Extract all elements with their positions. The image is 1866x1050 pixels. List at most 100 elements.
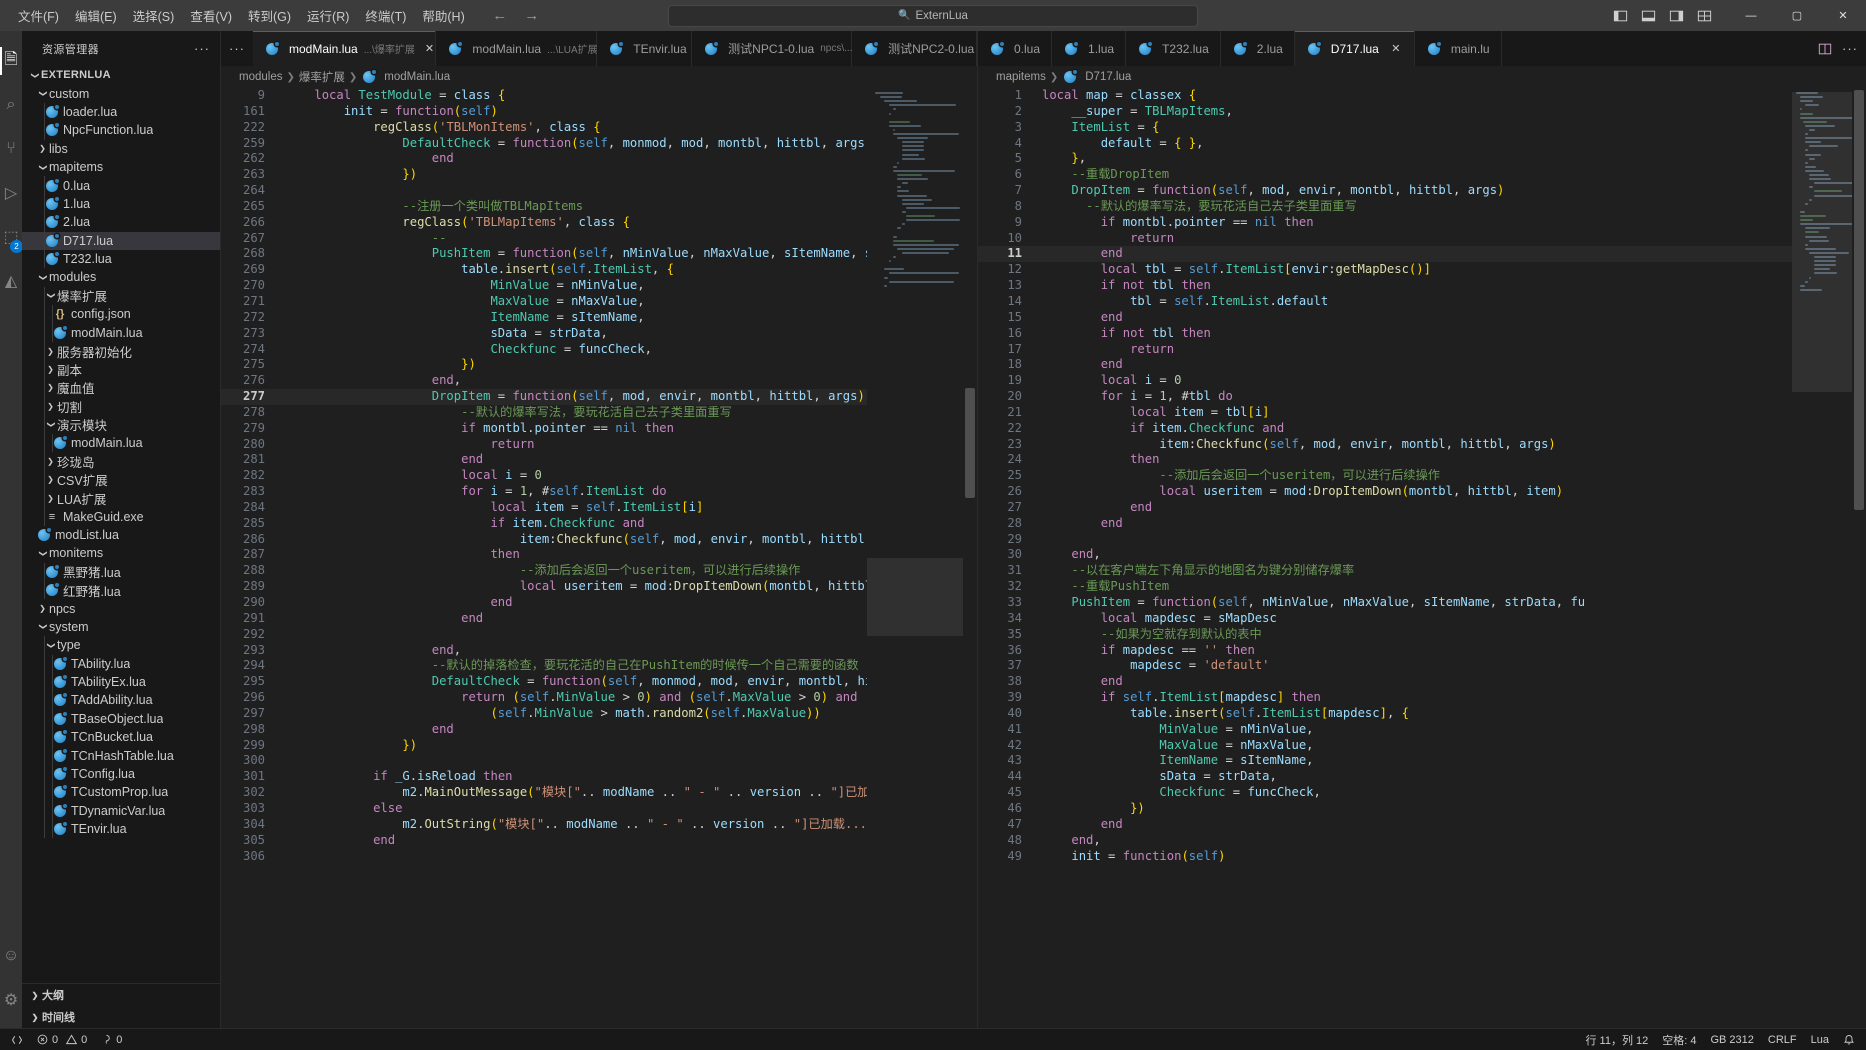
breadcrumb-item[interactable]: 爆率扩展 <box>299 69 345 85</box>
window-minimize-button[interactable]: — <box>1728 0 1774 31</box>
tree-file-loader.lua[interactable]: loader.lua <box>22 102 220 122</box>
menu-terminal[interactable]: 终端(T) <box>357 3 414 28</box>
tree-folder-monitems[interactable]: ❮ monitems <box>22 544 220 562</box>
chevron-down-icon[interactable]: ❮ <box>30 69 39 82</box>
tree-folder-服务器初始化[interactable]: ❯ 服务器初始化 <box>22 341 220 361</box>
sidebar-section-timeline[interactable]: ❯ 时间线 <box>22 1006 220 1028</box>
code-scroll-right[interactable]: 1 local map = classex {2 __super = TBLMap… <box>978 88 1792 1028</box>
tree-file-T232.lua[interactable]: T232.lua <box>22 249 220 269</box>
chevron-down-icon[interactable]: ❮ <box>38 547 47 560</box>
go-back-icon[interactable]: ← <box>491 7 509 24</box>
tree-file-TCustomProp.lua[interactable]: TCustomProp.lua <box>22 783 220 802</box>
menu-help[interactable]: 帮助(H) <box>414 3 472 28</box>
tree-file-0.lua[interactable]: 0.lua <box>22 176 220 195</box>
minimap-slider[interactable] <box>867 558 963 636</box>
tab-modMain.lua[interactable]: modMain.lua ...\爆率扩展 ✕ <box>253 31 437 66</box>
chevron-right-icon[interactable]: ❯ <box>36 604 49 613</box>
code-scroll-left[interactable]: 9 local TestModule = class {161 init = f… <box>221 88 867 1028</box>
tree-folder-切割[interactable]: ❯ 切割 <box>22 397 220 416</box>
go-forward-icon[interactable]: → <box>523 7 541 24</box>
eol-button[interactable]: CRLF <box>1761 1029 1804 1050</box>
code-content-left[interactable]: 9 local TestModule = class {161 init = f… <box>221 88 867 864</box>
tab-测试NPC1-0.lua[interactable]: 测试NPC1-0.lua npcs\... <box>692 31 852 66</box>
tab-0.lua[interactable]: 0.lua <box>978 31 1053 66</box>
command-center-search[interactable]: 🔍 ExternLua <box>668 4 1198 27</box>
tree-folder-mapitems[interactable]: ❮ mapitems <box>22 158 220 176</box>
tree-file-TCnHashTable.lua[interactable]: TCnHashTable.lua <box>22 746 220 765</box>
tab-T232.lua[interactable]: T232.lua <box>1126 31 1221 66</box>
code-editor-right[interactable]: 1 local map = classex {2 __super = TBLMap… <box>978 88 1866 1028</box>
chevron-right-icon[interactable]: ❯ <box>36 144 49 153</box>
breadcrumb-item[interactable]: modules <box>239 71 282 83</box>
tab-1.lua[interactable]: 1.lua <box>1052 31 1127 66</box>
explorer-icon[interactable]: 🗎 <box>0 39 22 83</box>
source-control-icon[interactable]: ⑂ <box>0 127 22 171</box>
chevron-down-icon[interactable]: ❮ <box>46 639 55 652</box>
settings-gear-icon[interactable]: ⚙ <box>0 978 22 1022</box>
extensions-icon[interactable]: ⬚ 2 <box>0 215 23 259</box>
chevron-down-icon[interactable]: ❮ <box>38 271 47 284</box>
toggle-secondary-sidebar-icon[interactable] <box>1669 9 1684 23</box>
tree-folder-魔血值[interactable]: ❯ 魔血值 <box>22 378 220 398</box>
tab-close-icon[interactable]: ✕ <box>1389 42 1403 55</box>
sidebar-more-actions-icon[interactable]: ··· <box>194 41 210 56</box>
cursor-position-button[interactable]: 行 11，列 12 <box>1578 1029 1655 1050</box>
breadcrumb-item[interactable]: modMain.lua <box>384 71 450 83</box>
tree-folder-LUA扩展[interactable]: ❯ LUA扩展 <box>22 488 220 508</box>
tab-TEnvir.lua[interactable]: TEnvir.lua <box>597 31 693 66</box>
tree-file-1.lua[interactable]: 1.lua <box>22 194 220 214</box>
tree-folder-modules[interactable]: ❮ modules <box>22 268 220 286</box>
tree-folder-custom[interactable]: ❮ custom <box>22 84 220 102</box>
vertical-scrollbar-right[interactable] <box>1852 88 1866 1028</box>
remote-window-button[interactable] <box>4 1029 30 1050</box>
tree-folder-libs[interactable]: ❯ libs <box>22 140 220 158</box>
language-mode-button[interactable]: Lua <box>1804 1029 1836 1050</box>
tree-file-MakeGuid.exe[interactable]: ≡ MakeGuid.exe <box>22 507 220 526</box>
tree-file-TAbilityEx.lua[interactable]: TAbilityEx.lua <box>22 672 220 692</box>
tab-2.lua[interactable]: 2.lua <box>1220 31 1295 66</box>
breadcrumb-item[interactable]: D717.lua <box>1085 71 1131 83</box>
tree-file-modMain.lua[interactable]: modMain.lua <box>22 433 220 453</box>
tree-file-modMain.lua[interactable]: modMain.lua <box>22 323 220 342</box>
tree-file-config.json[interactable]: {} config.json <box>22 305 220 324</box>
chevron-right-icon[interactable]: ❯ <box>44 383 57 392</box>
tab-D717.lua[interactable]: D717.lua ✕ <box>1294 31 1415 66</box>
tree-file-TDynamicVar.lua[interactable]: TDynamicVar.lua <box>22 801 220 821</box>
code-editor-left[interactable]: 9 local TestModule = class {161 init = f… <box>221 88 977 1028</box>
vertical-scrollbar-left[interactable] <box>963 88 977 1028</box>
menu-select[interactable]: 选择(S) <box>125 3 183 28</box>
menu-run[interactable]: 运行(R) <box>299 3 357 28</box>
tree-folder-npcs[interactable]: ❯ npcs <box>22 599 220 617</box>
run-and-debug-icon[interactable]: ▷ <box>0 171 22 215</box>
tab-modMain.lua[interactable]: modMain.lua ...\LUA扩展 <box>436 31 598 66</box>
tree-file-TBaseObject.lua[interactable]: TBaseObject.lua <box>22 709 220 729</box>
tree-folder-演示模块[interactable]: ❮ 演示模块 <box>22 415 220 434</box>
tree-folder-EXTERNLUA[interactable]: ❮ EXTERNLUA <box>22 66 220 84</box>
tree-folder-CSV扩展[interactable]: ❯ CSV扩展 <box>22 470 220 489</box>
notifications-bell-button[interactable] <box>1836 1029 1862 1050</box>
minimap-slider[interactable] <box>1792 92 1852 392</box>
tab-close-icon[interactable]: ✕ <box>425 42 434 55</box>
tree-file-D717.lua[interactable]: D717.lua <box>22 231 220 250</box>
chevron-down-icon[interactable]: ❮ <box>38 620 47 633</box>
chevron-right-icon[interactable]: ❯ <box>44 475 57 484</box>
tree-file-红野猪.lua[interactable]: 红野猪.lua <box>22 580 220 600</box>
menu-edit[interactable]: 编辑(E) <box>67 3 125 28</box>
editor-more-actions-icon[interactable]: ··· <box>1842 41 1858 56</box>
window-close-button[interactable]: ✕ <box>1820 0 1866 31</box>
tree-file-TConfig.lua[interactable]: TConfig.lua <box>22 764 220 784</box>
tab-测试NPC2-0.lua[interactable]: 测试NPC2-0.lua <box>852 31 977 66</box>
encoding-button[interactable]: GB 2312 <box>1703 1029 1760 1050</box>
code-content-right[interactable]: 1 local map = classex {2 __super = TBLMap… <box>978 88 1792 864</box>
chevron-right-icon[interactable]: ❯ <box>44 402 57 411</box>
chevron-down-icon[interactable]: ❮ <box>38 87 47 100</box>
chevron-right-icon[interactable]: ❯ <box>44 494 57 503</box>
chevron-right-icon[interactable]: ❯ <box>44 365 57 374</box>
sidebar-section-outline[interactable]: ❯ 大纲 <box>22 984 220 1006</box>
split-editor-icon[interactable] <box>1818 42 1832 56</box>
tree-folder-珍珑岛[interactable]: ❯ 珍珑岛 <box>22 452 220 471</box>
tree-file-2.lua[interactable]: 2.lua <box>22 213 220 232</box>
tree-file-黑野猪.lua[interactable]: 黑野猪.lua <box>22 562 220 581</box>
tree-file-TAbility.lua[interactable]: TAbility.lua <box>22 654 220 673</box>
testing-icon[interactable]: ◭ <box>0 259 22 303</box>
